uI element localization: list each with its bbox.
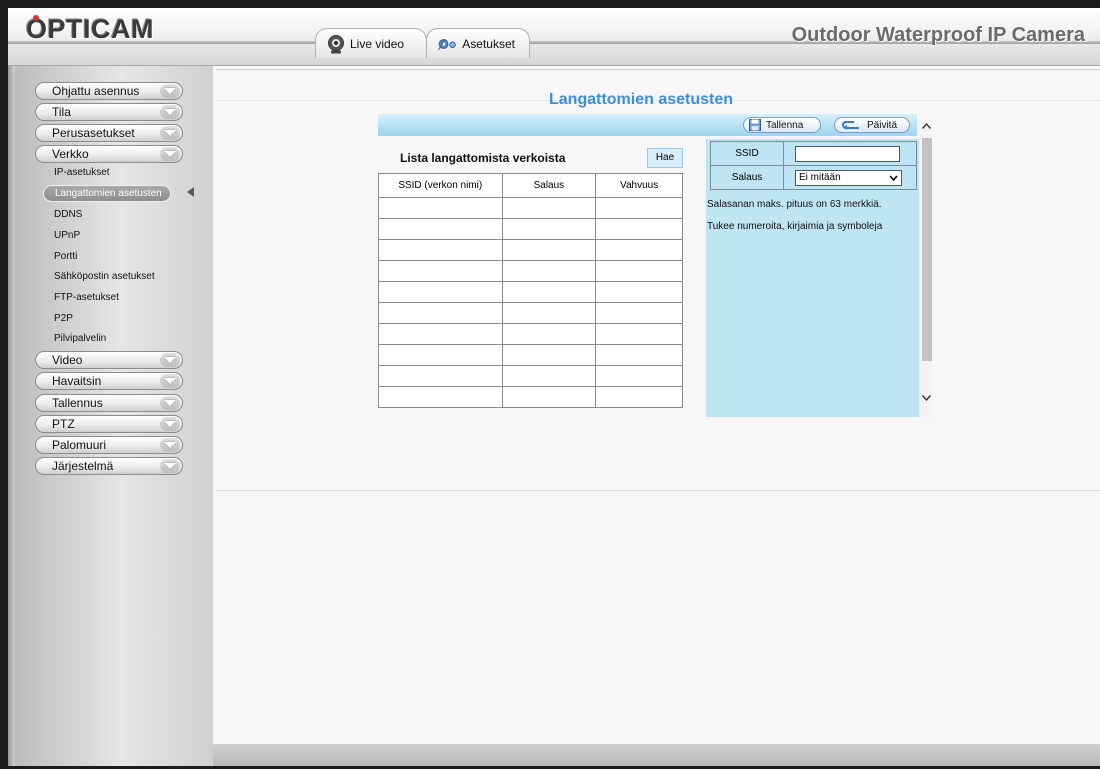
table-row[interactable] (378, 365, 683, 387)
sidebar-item-label: Perusasetukset (52, 126, 135, 140)
sidebar-item-status[interactable]: Tila (35, 103, 183, 121)
tab-live-video[interactable]: Live video (315, 28, 427, 58)
content-divider-bottom (216, 490, 1100, 491)
sidebar-item-label: Tallennus (52, 396, 103, 410)
table-row[interactable] (378, 386, 683, 408)
security-select[interactable]: Ei mitään (795, 169, 902, 186)
table-row[interactable] (378, 281, 683, 303)
chevron-down-icon (164, 151, 176, 157)
sidebar-item-label: Järjestelmä (52, 459, 114, 473)
save-button-label: Tallenna (766, 119, 804, 131)
chevron-down-icon (164, 109, 176, 115)
sidebar-item-video[interactable]: Video (35, 351, 183, 369)
sidebar-item-ptz[interactable]: PTZ (35, 415, 183, 433)
chevron-down-icon (164, 88, 176, 94)
chevron-down-icon (164, 421, 176, 427)
brand-logo: OPTICAM (26, 14, 154, 44)
wireless-networks-table: SSID (verkon nimi) Salaus Vahvuus (378, 173, 683, 408)
tab-live-video-label: Live video (350, 36, 405, 51)
column-header-ssid: SSID (verkon nimi) (378, 173, 503, 198)
sidebar-subitem-cloud-server[interactable]: Pilvipalvelin (54, 333, 106, 344)
sidebar-item-detector[interactable]: Havaitsin (35, 372, 183, 390)
table-header-row: SSID (verkon nimi) Salaus Vahvuus (378, 173, 683, 198)
sidebar-item-recording[interactable]: Tallennus (35, 394, 183, 412)
sidebar-subitem-upnp[interactable]: UPnP (54, 230, 80, 241)
sidebar-item-label: PTZ (52, 417, 75, 431)
floppy-disk-icon (749, 119, 761, 131)
sidebar-edge (8, 66, 15, 766)
sidebar-item-label: Palomuuri (52, 438, 107, 452)
sidebar-subitem-port[interactable]: Portti (54, 251, 77, 262)
sidebar-item-network[interactable]: Verkko (35, 145, 183, 163)
sidebar-subitem-email-settings[interactable]: Sähköpostin asetukset (54, 271, 155, 282)
sidebar-subitem-p2p[interactable]: P2P (54, 313, 73, 324)
sidebar-item-system[interactable]: Järjestelmä (35, 457, 183, 475)
scroll-down-icon[interactable] (921, 394, 932, 402)
tab-settings[interactable]: Asetukset (426, 28, 530, 58)
chevron-down-icon (164, 463, 176, 469)
refresh-button[interactable]: Päivitä (834, 117, 910, 133)
ssid-label: SSID (710, 141, 784, 166)
security-select-value: Ei mitään (799, 172, 841, 183)
column-header-strength: Vahvuus (595, 173, 683, 198)
sidebar-subitem-ip-settings[interactable]: IP-asetukset (54, 167, 110, 178)
sidebar-item-label: Havaitsin (52, 374, 102, 388)
page-title: Langattomien asetusten (549, 91, 734, 108)
security-label: Salaus (710, 165, 784, 190)
window-frame-left (0, 0, 8, 769)
chevron-down-icon (164, 400, 176, 406)
password-length-note: Salasanan maks. pituus on 63 merkkiä. (707, 199, 882, 210)
action-toolbar: Tallenna Päivitä (378, 114, 917, 136)
sidebar-item-guided-setup[interactable]: Ohjattu asennus (35, 82, 183, 100)
scroll-up-icon[interactable] (921, 122, 932, 130)
chevron-down-icon (164, 357, 176, 363)
chevron-down-icon (889, 174, 898, 181)
product-title: Outdoor Waterproof IP Camera (791, 24, 1085, 46)
content-divider-top (216, 69, 1100, 70)
password-chars-note: Tukee numeroita, kirjaimia ja symboleja (707, 221, 883, 232)
sidebar-item-firewall[interactable]: Palomuuri (35, 436, 183, 454)
scrollbar-thumb[interactable] (922, 138, 932, 361)
logo-dot-icon (33, 15, 39, 21)
table-row[interactable] (378, 197, 683, 219)
sidebar-item-label: Tila (52, 105, 71, 119)
chevron-down-icon (164, 378, 176, 384)
sidebar-subitem-ddns[interactable]: DDNS (54, 209, 82, 220)
table-row[interactable] (378, 260, 683, 282)
search-networks-button[interactable]: Hae (647, 148, 683, 168)
table-row[interactable] (378, 218, 683, 240)
sidebar-subitem-ftp-settings[interactable]: FTP-asetukset (54, 292, 119, 303)
column-header-security: Salaus (501, 173, 597, 198)
active-pointer-icon (187, 187, 194, 197)
footer-band (213, 744, 1100, 766)
window-frame-top (0, 0, 1100, 8)
chevron-down-icon (164, 442, 176, 448)
wireless-form: SSID Salaus Ei mitään (710, 141, 917, 190)
save-button[interactable]: Tallenna (743, 117, 821, 133)
tab-settings-label: Asetukset (462, 36, 515, 51)
webcam-icon (328, 34, 344, 53)
refresh-arrow-icon (842, 121, 859, 130)
gears-icon (438, 38, 456, 50)
ssid-input[interactable] (795, 145, 900, 162)
chevron-down-icon (164, 130, 176, 136)
table-row[interactable] (378, 239, 683, 261)
sidebar-subitem-wireless-settings[interactable]: Langattomien asetusten (43, 185, 171, 202)
table-row[interactable] (378, 344, 683, 366)
sidebar-item-label: Video (52, 353, 83, 367)
wireless-list-title: Lista langattomista verkoista (400, 151, 566, 165)
refresh-button-label: Päivitä (867, 119, 898, 131)
sidebar-item-label: Verkko (52, 147, 89, 161)
table-row[interactable] (378, 323, 683, 345)
table-row[interactable] (378, 302, 683, 324)
sidebar-item-basic-settings[interactable]: Perusasetukset (35, 124, 183, 142)
sidebar-item-label: Ohjattu asennus (52, 84, 140, 98)
